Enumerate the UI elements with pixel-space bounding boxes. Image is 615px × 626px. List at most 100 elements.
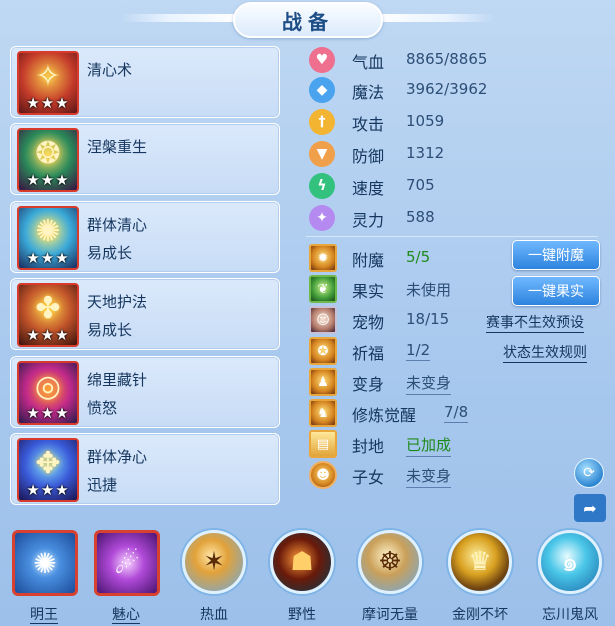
formation-label: 摩诃无量 [362, 607, 418, 623]
skill-icon: ✧ ★★★ [17, 51, 79, 115]
skill-icon: ❂ ★★★ [17, 128, 79, 192]
extra-label: 宠物 [352, 313, 385, 332]
title-plate: 战备 [233, 2, 383, 38]
extra-value: 未使用 [406, 281, 452, 299]
event-preset-link[interactable]: 赛事不生效预设 [486, 312, 584, 333]
extra-value[interactable]: 已加成 [406, 434, 452, 457]
share-icon[interactable]: ➦ [574, 494, 606, 522]
cultivation-icon: ♞ [309, 399, 337, 427]
formation-item[interactable]: ☗ 野性 [262, 524, 342, 624]
status-rules-link[interactable]: 状态生效规则 [503, 342, 587, 363]
fruit-icon: ❦ [309, 275, 337, 303]
yexing-formation-icon: ☗ [270, 530, 334, 594]
skill-trait: 易成长 [87, 321, 133, 339]
extra-label: 变身 [352, 375, 385, 394]
formation-label: 忘川鬼风 [542, 607, 598, 623]
stat-row-attack: † 攻击 1059 [306, 108, 606, 136]
sword-icon: † [309, 109, 335, 135]
extra-row-transform[interactable]: ♟ 变身 未变身 [306, 368, 606, 396]
formation-item[interactable]: ☄ 魅心 [86, 524, 166, 624]
extra-value[interactable]: 1/2 [406, 341, 431, 361]
skill-icon: ✥ ★★★ [17, 438, 79, 502]
skill-card[interactable]: ✤ ★★★ 天地护法 易成长 [10, 278, 280, 350]
extra-label: 子女 [352, 468, 385, 487]
skill-icon: ◎ ★★★ [17, 361, 79, 425]
enchant-icon: ✹ [309, 244, 337, 272]
mingwang-formation-icon: ✺ [12, 530, 78, 596]
blessing-icon: ✪ [309, 337, 337, 365]
skill-stars: ★★★ [26, 171, 70, 189]
skill-card[interactable]: ❂ ★★★ 涅槃重生 [10, 123, 280, 195]
skill-trait: 易成长 [87, 244, 133, 262]
stat-row-mp: ◆ 魔法 3962/3962 [306, 76, 606, 104]
skill-stars: ★★★ [26, 404, 70, 422]
extra-row-child[interactable]: ☻ 子女 未变身 [306, 461, 606, 489]
extra-value: 18/15 [406, 310, 450, 328]
skill-card[interactable]: ◎ ★★★ 绵里藏针 愤怒 [10, 356, 280, 428]
skill-name: 群体净心 [87, 448, 148, 466]
spirit-icon: ✦ [309, 205, 335, 231]
formation-label: 魅心 [112, 607, 140, 624]
formation-item[interactable]: ☸ 摩诃无量 [350, 524, 430, 624]
extra-value: 5/5 [406, 248, 431, 266]
title-banner: 战备 [0, 0, 615, 42]
skill-name: 绵里藏针 [87, 371, 148, 389]
formation-item[interactable]: ✶ 热血 [174, 524, 254, 624]
formation-bar: ✺ 明王 ☄ 魅心 ✶ 热血 ☗ 野性 ☸ 摩诃无量 ♛ 金刚不坏 ๑ 忘川鬼风 [0, 524, 615, 626]
heart-icon: ♥ [309, 47, 335, 73]
extra-value[interactable]: 未变身 [406, 372, 452, 395]
formation-item[interactable]: ๑ 忘川鬼风 [530, 524, 610, 624]
child-icon: ☻ [309, 461, 337, 489]
wangchuan-formation-icon: ๑ [538, 530, 602, 594]
formation-item[interactable]: ♛ 金刚不坏 [440, 524, 520, 624]
stat-label: 魔法 [352, 83, 385, 102]
skill-card[interactable]: ✥ ★★★ 群体净心 迅捷 [10, 433, 280, 505]
enchant-all-button[interactable]: 一键附魔 [512, 240, 600, 270]
extra-value[interactable]: 7/8 [444, 403, 469, 423]
skill-icon: ✤ ★★★ [17, 283, 79, 347]
transform-icon: ♟ [309, 368, 337, 396]
stat-label: 攻击 [352, 115, 385, 134]
page-title: 战备 [282, 9, 334, 34]
formation-item[interactable]: ✺ 明王 [4, 524, 84, 624]
formation-label: 明王 [30, 607, 58, 624]
stat-value: 3962/3962 [406, 80, 488, 98]
skill-trait: 愤怒 [87, 399, 118, 417]
refresh-icon[interactable]: ⟳ [574, 458, 604, 488]
stat-row-spirit: ✦ 灵力 588 [306, 204, 606, 232]
stat-value: 1312 [406, 144, 445, 162]
extra-label: 修炼觉醒 [352, 406, 417, 425]
stat-row-hp: ♥ 气血 8865/8865 [306, 46, 606, 74]
magic-icon: ◆ [309, 77, 335, 103]
extra-label: 果实 [352, 282, 385, 301]
extra-row-fief[interactable]: ▤ 封地 已加成 [306, 430, 606, 458]
stat-label: 防御 [352, 147, 385, 166]
skill-name: 涅槃重生 [87, 138, 148, 156]
skill-card[interactable]: ✺ ★★★ 群体清心 易成长 [10, 201, 280, 273]
mohe-formation-icon: ☸ [358, 530, 422, 594]
meixin-formation-icon: ☄ [94, 530, 160, 596]
skill-name: 天地护法 [87, 293, 148, 311]
stat-value: 705 [406, 176, 435, 194]
formation-label: 野性 [288, 607, 316, 623]
skill-icon: ✺ ★★★ [17, 206, 79, 270]
extra-label: 祈福 [352, 344, 385, 363]
extra-label: 封地 [352, 437, 385, 456]
skill-stars: ★★★ [26, 326, 70, 344]
extra-row-cultivation[interactable]: ♞ 修炼觉醒 7/8 [306, 399, 606, 427]
extra-label: 附魔 [352, 251, 385, 270]
stat-label: 灵力 [352, 211, 385, 230]
skill-card[interactable]: ✧ ★★★ 清心术 [10, 46, 280, 118]
stat-label: 速度 [352, 179, 385, 198]
skill-stars: ★★★ [26, 481, 70, 499]
skill-stars: ★★★ [26, 94, 70, 112]
jingang-formation-icon: ♛ [448, 530, 512, 594]
rexue-formation-icon: ✶ [182, 530, 246, 594]
fief-icon: ▤ [309, 430, 337, 458]
extra-value[interactable]: 未变身 [406, 465, 452, 488]
fruit-all-button[interactable]: 一键果实 [512, 276, 600, 306]
stat-value: 8865/8865 [406, 50, 488, 68]
shield-icon: ▼ [309, 141, 335, 167]
skill-name: 清心术 [87, 61, 133, 79]
title-ornament-right [375, 14, 495, 22]
